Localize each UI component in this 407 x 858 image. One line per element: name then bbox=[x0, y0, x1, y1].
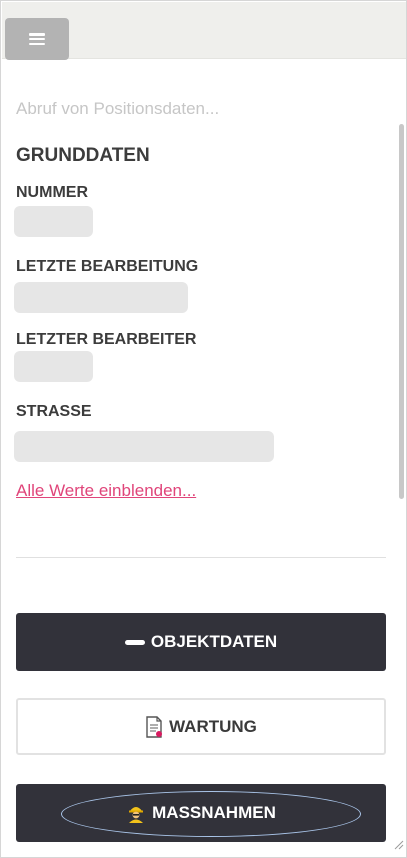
field-value-strasse bbox=[14, 431, 274, 462]
section-title: GRUNDDATEN bbox=[16, 145, 150, 166]
show-all-values-link[interactable]: Alle Werte einblenden... bbox=[16, 481, 196, 501]
field-value-letzte-bearbeitung bbox=[14, 282, 188, 313]
minus-icon bbox=[124, 639, 145, 645]
hamburger-icon bbox=[29, 33, 45, 45]
field-label-strasse: STRASSE bbox=[16, 403, 92, 420]
document-icon bbox=[145, 715, 163, 738]
scrollbar[interactable] bbox=[399, 124, 404, 499]
resize-grip-icon[interactable] bbox=[392, 837, 404, 855]
loading-status: Abruf von Positionsdaten... bbox=[16, 99, 220, 118]
massnahmen-label: MASSNAHMEN bbox=[152, 803, 276, 822]
worker-icon bbox=[126, 803, 146, 823]
objektdaten-label: OBJEKTDATEN bbox=[150, 632, 278, 651]
menu-button[interactable] bbox=[5, 18, 69, 60]
divider bbox=[16, 557, 386, 558]
wartung-button[interactable]: WARTUNG bbox=[16, 698, 386, 755]
field-label-letzte-bearbeitung: LETZTE BEARBEITUNG bbox=[16, 258, 199, 275]
objektdaten-button[interactable]: OBJEKTDATEN bbox=[16, 613, 386, 671]
massnahmen-button[interactable]: MASSNAHMEN bbox=[16, 784, 386, 842]
wartung-label: WARTUNG bbox=[169, 716, 257, 736]
field-label-nummer: NUMMER bbox=[16, 184, 88, 201]
field-value-letzter-bearbeiter bbox=[14, 351, 93, 382]
app-frame: Abruf von Positionsdaten... GRUNDDATEN N… bbox=[0, 0, 407, 858]
field-label-letzter-bearbeiter: LETZTER BEARBEITER bbox=[16, 331, 197, 348]
field-value-nummer bbox=[14, 206, 93, 237]
